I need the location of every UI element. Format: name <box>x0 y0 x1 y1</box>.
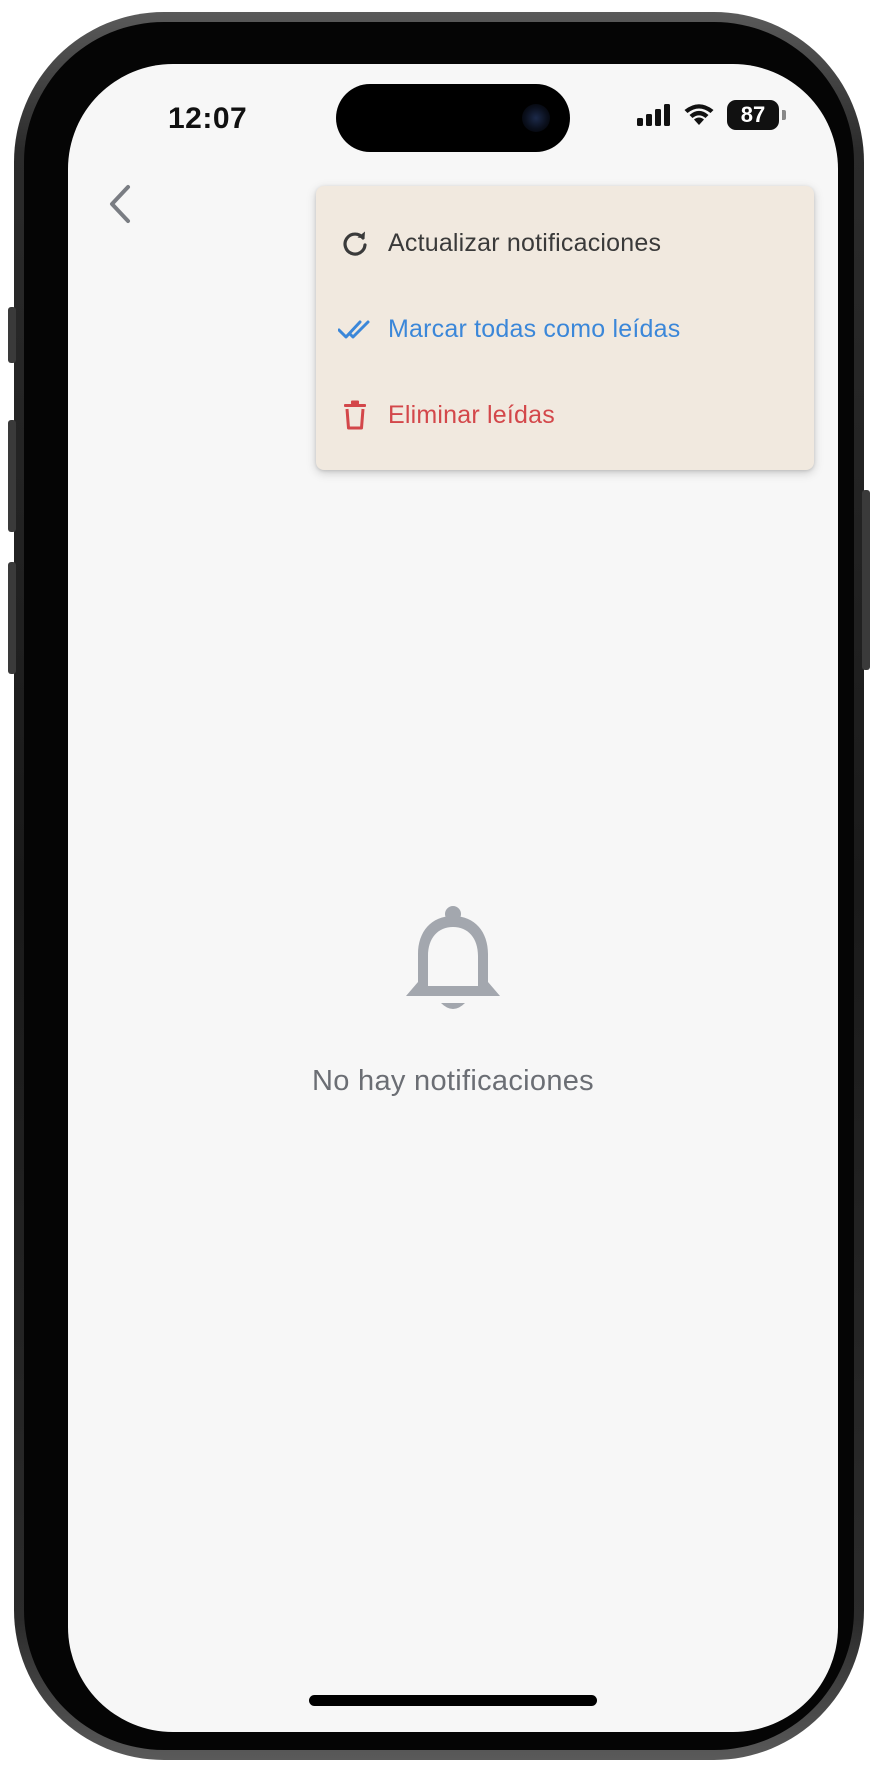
battery-level: 87 <box>727 100 779 130</box>
menu-item-refresh[interactable]: Actualizar notificaciones <box>316 200 814 286</box>
menu-item-label: Marcar todas como leídas <box>388 314 681 343</box>
volume-down-button <box>8 562 16 674</box>
menu-item-label: Actualizar notificaciones <box>388 228 662 257</box>
front-camera <box>522 104 550 132</box>
trash-icon <box>338 398 372 432</box>
action-button <box>8 307 16 363</box>
empty-state-message: No hay notificaciones <box>312 1065 594 1097</box>
screen: 12:07 87 Actualizar notificaciones Marca… <box>68 64 838 1732</box>
bell-icon <box>406 906 500 1009</box>
battery-cap <box>782 110 786 120</box>
double-check-icon <box>338 312 372 346</box>
menu-item-mark-all-read[interactable]: Marcar todas como leídas <box>316 286 814 372</box>
cellular-signal-icon <box>637 104 670 126</box>
volume-up-button <box>8 420 16 532</box>
empty-state: No hay notificaciones <box>68 902 838 1098</box>
menu-item-delete-read[interactable]: Eliminar leídas <box>316 372 814 458</box>
options-menu: Actualizar notificaciones Marcar todas c… <box>316 186 814 470</box>
refresh-icon <box>338 226 372 260</box>
chevron-left-icon <box>110 185 130 223</box>
dynamic-island <box>336 84 570 152</box>
battery-indicator: 87 <box>727 100 786 130</box>
home-indicator[interactable] <box>309 1695 597 1706</box>
menu-item-label: Eliminar leídas <box>388 400 555 429</box>
status-indicators: 87 <box>637 100 786 130</box>
status-time: 12:07 <box>168 102 248 135</box>
wifi-icon <box>684 104 714 125</box>
power-button <box>862 490 870 670</box>
back-button[interactable] <box>90 174 150 234</box>
phone-frame: 12:07 87 Actualizar notificaciones Marca… <box>8 12 870 1760</box>
